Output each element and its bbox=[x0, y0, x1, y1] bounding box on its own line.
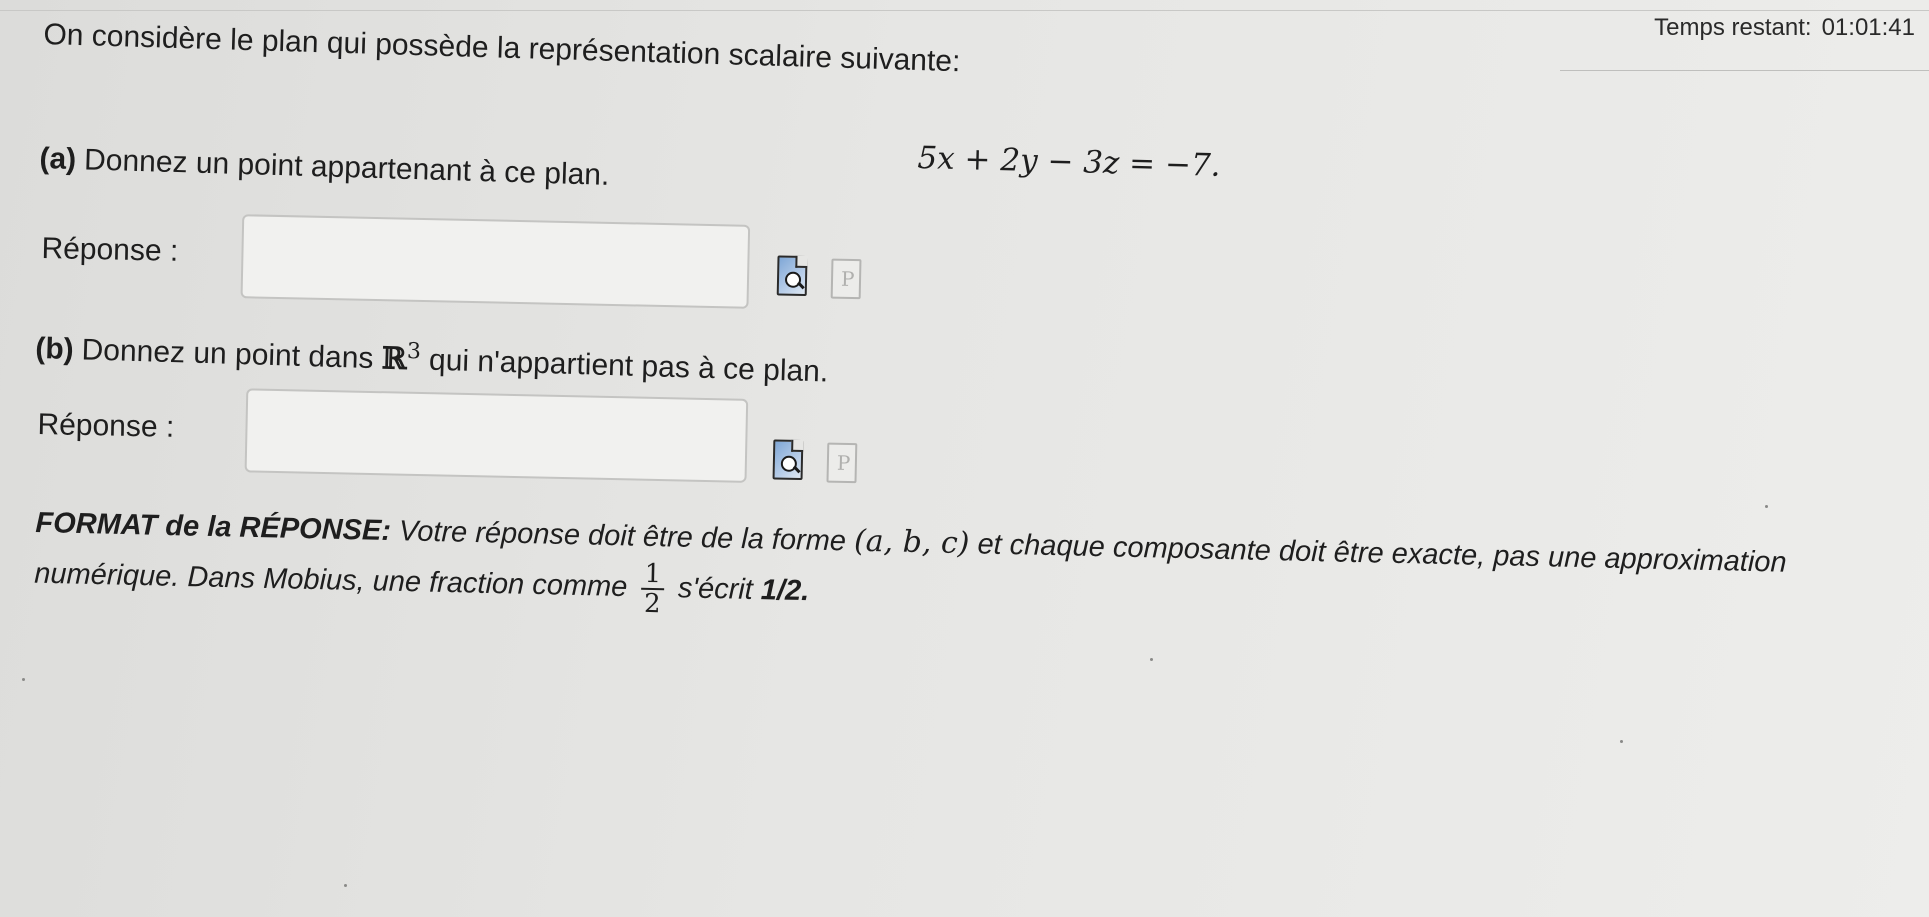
part-b-answer-label: Réponse : bbox=[37, 407, 175, 444]
part-b-prompt: (b) Donnez un point dans ℝ3 qui n'apparti… bbox=[35, 328, 829, 390]
part-b-tag: (b) bbox=[34, 331, 75, 367]
preview-magnifier-icon[interactable] bbox=[772, 439, 804, 481]
plane-equation: 5x + 2y − 3z = −7. bbox=[917, 140, 1222, 184]
preview-magnifier-icon[interactable] bbox=[776, 255, 808, 297]
format-text-1: Votre réponse doit être de la forme bbox=[398, 515, 847, 558]
real-exponent: 3 bbox=[406, 339, 422, 365]
time-remaining: Temps restant: 01:01:41 bbox=[1654, 14, 1915, 42]
question-page: Temps restant: 01:01:41 On considère le p… bbox=[0, 0, 1929, 917]
answer-format-note: FORMAT de la RÉPONSE: Votre réponse doit… bbox=[34, 500, 1906, 646]
part-a-text: Donnez un point appartenant à ce plan. bbox=[83, 143, 610, 192]
magnifier-handle-shape bbox=[797, 281, 805, 290]
part-b-text-after: qui n'appartient pas à ce plan. bbox=[428, 343, 829, 389]
part-a-answer-label: Réponse : bbox=[41, 231, 179, 268]
timer-divider bbox=[1560, 70, 1929, 71]
real-symbol: ℝ bbox=[381, 341, 408, 378]
format-code-example: 1/2. bbox=[760, 574, 810, 608]
part-b-answer-input[interactable] bbox=[244, 388, 749, 483]
timer-value: 01:01:41 bbox=[1821, 14, 1915, 41]
part-a-tag: (a) bbox=[39, 142, 77, 177]
fraction-denominator: 2 bbox=[643, 588, 661, 620]
format-tuple: (a, b, c) bbox=[853, 523, 970, 562]
hint-letter: P bbox=[840, 266, 855, 292]
timer-label: Temps restant: bbox=[1654, 14, 1812, 41]
question-intro: On considère le plan qui possède la repr… bbox=[43, 18, 961, 79]
screen-speck bbox=[1150, 658, 1153, 661]
screen-speck bbox=[344, 884, 347, 887]
top-divider bbox=[0, 10, 1929, 11]
part-b-text-before: Donnez un point dans bbox=[81, 333, 374, 376]
part-a-prompt: (a) Donnez un point appartenant à ce plan… bbox=[39, 142, 610, 193]
fraction-numerator: 1 bbox=[641, 559, 665, 591]
hint-p-icon[interactable]: P bbox=[830, 258, 862, 300]
page-fold-shape bbox=[795, 255, 808, 269]
fraction-example: 12 bbox=[641, 559, 665, 620]
part-a-answer-input[interactable] bbox=[240, 214, 751, 309]
hint-p-icon[interactable]: P bbox=[826, 442, 858, 484]
screen-speck bbox=[22, 678, 25, 681]
real-space-symbol: ℝ3 bbox=[381, 339, 422, 378]
screen-speck bbox=[1620, 740, 1623, 743]
hint-letter: P bbox=[836, 450, 851, 476]
magnifier-handle-shape bbox=[792, 465, 801, 474]
format-label: FORMAT de la RÉPONSE: bbox=[35, 506, 392, 548]
format-text-3: s'écrit bbox=[677, 572, 754, 606]
page-fold-shape bbox=[791, 439, 804, 453]
screen-speck bbox=[1765, 505, 1768, 508]
